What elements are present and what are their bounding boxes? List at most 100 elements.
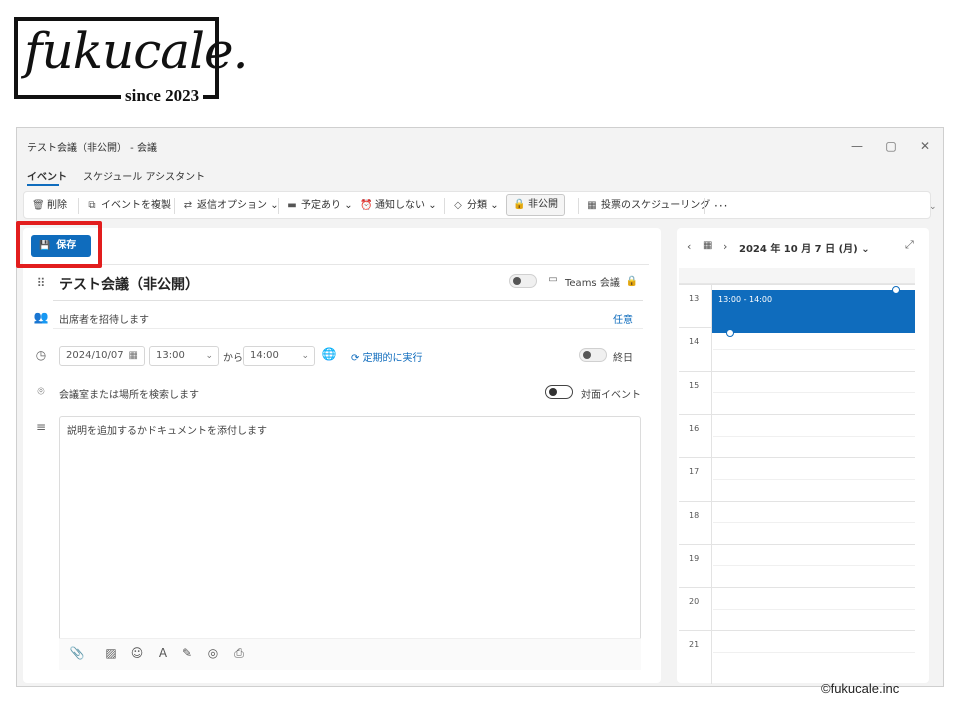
reply-options-button[interactable]: ⇄ 返信オプション ⌄ xyxy=(182,197,279,215)
logo-since: since 2023 xyxy=(121,86,204,106)
hour-label: 21 xyxy=(689,640,700,650)
tag-icon: ◇ xyxy=(454,200,462,211)
close-button[interactable]: ✕ xyxy=(911,136,939,156)
attendees-input[interactable]: 出席者を招待します xyxy=(59,311,149,326)
text-lines-icon: ≡ xyxy=(35,420,47,434)
people-icon: 👥 xyxy=(33,310,49,324)
reply-options-icon: ⇄ xyxy=(183,200,193,211)
resize-handle[interactable] xyxy=(726,329,734,337)
chevron-down-icon: ⌄ xyxy=(861,244,870,255)
outlook-event-window: テスト会議（非公開） - 会議 — ▢ ✕ イベント スケジュール アシスタント… xyxy=(16,127,944,687)
category-grid-icon: ⠿ xyxy=(36,276,46,290)
chevron-down-icon: ⌄ xyxy=(428,200,437,211)
divider xyxy=(174,198,175,214)
hour-label: 18 xyxy=(689,510,700,520)
delete-button[interactable]: 🗑 削除 xyxy=(32,197,67,215)
private-toggle-button[interactable]: 🔒 非公開 xyxy=(506,194,565,216)
event-block[interactable]: 13:00 - 14:00 xyxy=(712,290,915,333)
recurrence-button[interactable]: ⟳ 定期的に実行 xyxy=(351,349,423,364)
divider xyxy=(53,328,643,329)
duplicate-event-button[interactable]: ⧉ イベントを複製 xyxy=(86,197,171,215)
location-icon: ⌾ xyxy=(37,384,45,398)
alarm-icon: ⏰ xyxy=(360,200,373,211)
calendar-date-picker[interactable]: 2024 年 10 月 7 日 (月) ⌄ xyxy=(739,240,870,255)
trash-icon: 🗑 xyxy=(32,200,45,211)
draw-icon[interactable]: ✎ xyxy=(179,646,195,660)
divider xyxy=(704,198,705,214)
divider xyxy=(78,198,79,214)
resize-handle[interactable] xyxy=(892,286,900,294)
previous-day-icon[interactable]: ‹ xyxy=(687,240,691,253)
divider xyxy=(578,198,579,214)
all-day-row xyxy=(679,268,915,284)
half-hour-line xyxy=(713,348,915,350)
end-time-select[interactable]: 14:00 ⌄ xyxy=(243,346,315,366)
reminder-dropdown[interactable]: ⏰ 通知しない ⌄ xyxy=(360,197,437,215)
today-icon[interactable]: ▦ xyxy=(703,240,712,251)
more-options-button[interactable]: ··· xyxy=(714,197,728,215)
template-icon[interactable]: ⎙ xyxy=(231,646,247,661)
chevron-down-icon: ⌄ xyxy=(205,351,213,361)
teams-meeting-label: Teams 会議 xyxy=(565,278,620,289)
hour-label: 15 xyxy=(689,380,700,390)
clock-icon: ◷ xyxy=(35,348,47,362)
maximize-button[interactable]: ▢ xyxy=(877,136,905,156)
ribbon-toolbar: 🗑 削除 ⧉ イベントを複製 ⇄ 返信オプション ⌄ ▬ 予定あり ⌄ ⏰ 通知しない ⌄… xyxy=(23,191,931,219)
half-hour-line xyxy=(713,565,915,567)
chevron-down-icon[interactable]: ⌄ xyxy=(929,202,937,212)
divider xyxy=(278,198,279,214)
hour-label: 13 xyxy=(689,294,700,303)
lock-icon: 🔒 xyxy=(513,199,526,210)
hour-label: 20 xyxy=(689,597,700,607)
active-tab-indicator xyxy=(27,184,59,186)
divider xyxy=(23,264,649,265)
location-input[interactable]: 会議室または場所を検索します xyxy=(59,386,199,401)
start-time-select[interactable]: 13:00 ⌄ xyxy=(149,346,219,366)
calendar-icon: ▦ xyxy=(128,350,138,361)
chevron-down-icon: ⌄ xyxy=(344,200,353,211)
all-day-toggle[interactable] xyxy=(579,348,607,362)
event-title-input[interactable]: テスト会議（非公開） xyxy=(59,274,199,294)
divider xyxy=(53,300,643,301)
half-hour-line xyxy=(713,522,915,524)
format-toolbar xyxy=(59,638,641,670)
half-hour-line xyxy=(713,608,915,610)
emoji-icon[interactable]: ☺ xyxy=(129,646,145,660)
categorize-dropdown[interactable]: ◇ 分類 ⌄ xyxy=(452,197,499,215)
tab-event[interactable]: イベント xyxy=(27,168,67,183)
divider xyxy=(444,198,445,214)
repeat-icon: ⟳ xyxy=(351,353,363,364)
globe-icon[interactable]: 🌐 xyxy=(321,347,337,361)
logo-text: fukucale. xyxy=(24,22,248,80)
save-highlight-frame xyxy=(16,221,102,268)
start-date-field[interactable]: 2024/10/07 ▦ xyxy=(59,346,145,366)
hour-label: 14 xyxy=(689,337,700,347)
window-title: テスト会議（非公開） - 会議 xyxy=(27,143,157,154)
description-placeholder: 説明を追加するかドキュメントを添付します xyxy=(67,426,267,437)
format-text-icon[interactable]: A xyxy=(155,646,171,660)
description-editor[interactable] xyxy=(59,416,641,670)
attach-icon[interactable]: 📎 xyxy=(69,646,85,660)
teams-meeting-toggle[interactable] xyxy=(509,274,537,288)
chevron-down-icon: ⌄ xyxy=(490,200,499,211)
next-day-icon[interactable]: › xyxy=(723,240,727,253)
copyright: ©fukucale.inc xyxy=(821,681,900,696)
ribbon-tabs: イベント スケジュール アシスタント xyxy=(17,164,943,188)
half-hour-line xyxy=(713,435,915,437)
minimize-button[interactable]: — xyxy=(843,136,871,156)
tab-scheduling-assistant[interactable]: スケジュール アシスタント xyxy=(83,168,205,183)
half-hour-line xyxy=(713,478,915,480)
schedule-poll-button[interactable]: ▦ 投票のスケジューリング xyxy=(586,197,710,215)
hour-label: 16 xyxy=(689,423,700,433)
in-person-toggle[interactable] xyxy=(545,385,573,399)
loop-icon[interactable]: ◎ xyxy=(205,646,221,660)
half-hour-line xyxy=(713,652,915,654)
to-label: から xyxy=(223,353,243,364)
optional-attendees-link[interactable]: 任意 xyxy=(613,311,633,326)
video-icon: ▭ xyxy=(548,274,558,285)
image-icon[interactable]: ▨ xyxy=(103,646,119,660)
expand-icon[interactable]: ⤢ xyxy=(905,238,914,252)
show-as-dropdown[interactable]: ▬ 予定あり ⌄ xyxy=(286,197,353,215)
hour-label: 17 xyxy=(689,467,700,477)
half-hour-line xyxy=(713,392,915,394)
